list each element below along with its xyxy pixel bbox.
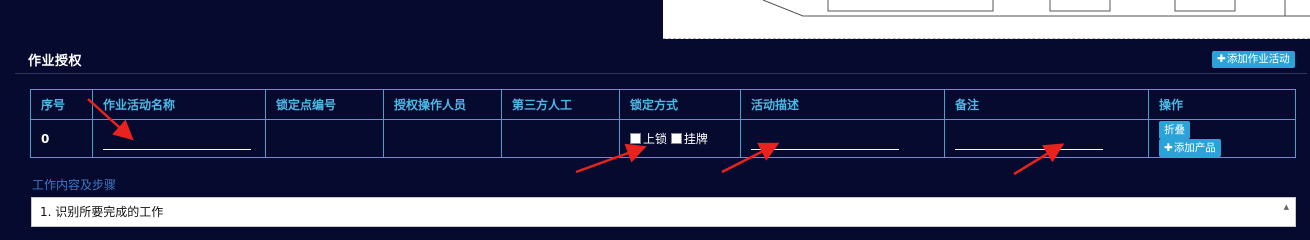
- activity-name-cell: [92, 119, 266, 158]
- header-activity-description: 活动描述: [740, 89, 945, 120]
- collapse-button[interactable]: 折叠: [1159, 120, 1190, 139]
- authorization-table: 序号 作业活动名称 锁定点编号 授权操作人员 第三方人工 锁定方式 活动描述 备…: [30, 89, 1296, 158]
- header-third-party: 第三方人工: [501, 89, 620, 120]
- plus-icon: ✚: [1217, 53, 1226, 65]
- activity-name-input[interactable]: [103, 133, 251, 150]
- section-divider: [15, 73, 1307, 74]
- lock-option-label: 上锁: [643, 132, 668, 146]
- description-input[interactable]: [751, 133, 899, 150]
- section-title: 作业授权: [28, 54, 83, 69]
- add-activity-button[interactable]: ✚添加作业活动: [1212, 51, 1295, 68]
- header-actions: 操作: [1148, 89, 1296, 120]
- diagram-preview: [663, 0, 1310, 39]
- diagram-preview-canvas: [762, 0, 1310, 17]
- header-activity-name: 作业活动名称: [92, 89, 266, 120]
- table-header-row: 序号 作业活动名称 锁定点编号 授权操作人员 第三方人工 锁定方式 活动描述 备…: [30, 89, 1296, 120]
- add-product-button[interactable]: ✚添加产品: [1159, 138, 1221, 157]
- steps-label: 工作内容及步骤: [32, 178, 117, 192]
- row-index: 0: [30, 119, 93, 158]
- header-lock-point-number: 锁定点编号: [265, 89, 384, 120]
- header-lock-method: 锁定方式: [619, 89, 741, 120]
- remark-input[interactable]: [955, 133, 1103, 150]
- tag-option-label: 挂牌: [683, 132, 708, 146]
- authorized-operator-cell: [383, 119, 502, 158]
- add-activity-button-label: 添加作业活动: [1226, 53, 1290, 65]
- scroll-up-icon[interactable]: ▲: [1284, 203, 1289, 211]
- lock-point-number-cell: [265, 119, 384, 158]
- steps-textarea[interactable]: 1. 识别所要完成的工作 ▲: [31, 197, 1296, 227]
- lock-method-cell: 上锁 挂牌: [619, 119, 741, 158]
- remark-cell: [944, 119, 1149, 158]
- add-product-button-label: 添加产品: [1173, 141, 1216, 154]
- description-cell: [740, 119, 945, 158]
- actions-cell: 折叠 ✚添加产品: [1148, 119, 1296, 158]
- table-row: 0 上锁 挂牌 折叠 ✚添加产品: [30, 119, 1296, 158]
- third-party-cell: [501, 119, 620, 158]
- plus-icon: ✚: [1164, 141, 1173, 154]
- header-authorized-operator: 授权操作人员: [383, 89, 502, 120]
- header-index: 序号: [30, 89, 93, 120]
- tag-checkbox[interactable]: [670, 133, 682, 144]
- lock-checkbox[interactable]: [630, 133, 641, 144]
- steps-first-line: 1. 识别所要完成的工作: [40, 205, 164, 219]
- header-remark: 备注: [944, 89, 1149, 120]
